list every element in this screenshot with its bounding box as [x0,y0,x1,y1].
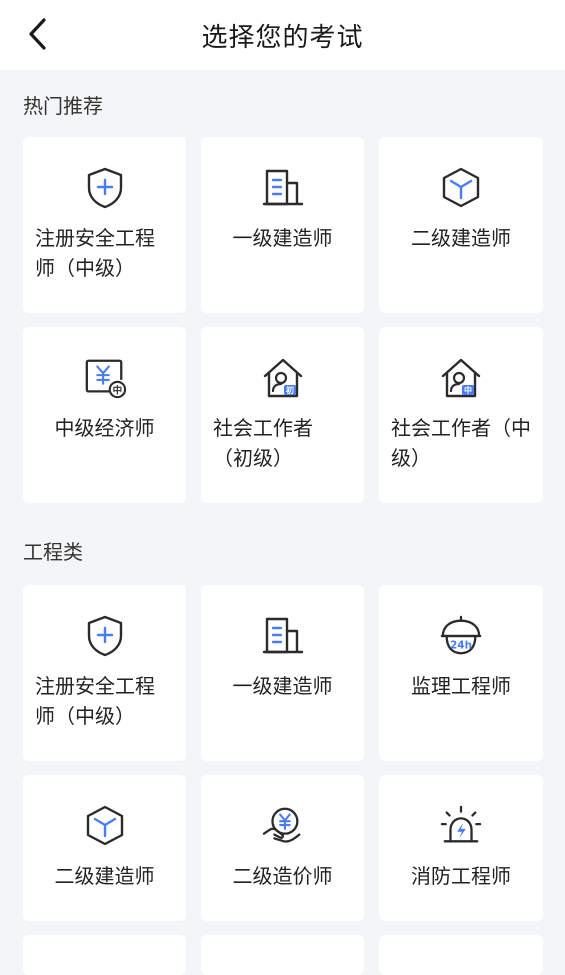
exam-card-partial[interactable] [23,935,186,975]
exam-label: 二级建造师 [411,226,511,250]
header-bar: 选择您的考试 [0,0,565,70]
building-icon [261,613,305,659]
exam-label: 一级建造师 [232,226,333,250]
exam-card[interactable]: 二级建造师 [379,137,543,313]
back-button[interactable] [18,14,58,54]
exam-label: 注册安全工程师（中级） [35,226,155,280]
exam-card[interactable]: 注册安全工程师（中级） [23,137,186,313]
exam-label: 消防工程师 [411,864,511,888]
exam-label: 社会工作者（初级） [213,416,313,470]
icon-badge-text: 中 [464,385,472,395]
exam-grid-hot: 注册安全工程师（中级） 一级建造师 二级建造师 中 中级经济师 初 社会工作者（… [0,137,565,503]
exam-label: 监理工程师 [411,674,511,698]
icon-badge-text: 24h [450,639,472,651]
hand-coin-icon [261,803,305,849]
shield-plus-icon [83,165,127,211]
exam-label: 社会工作者（中级） [391,416,531,470]
cube-icon [439,165,483,211]
house-person-icon: 初 [261,355,305,401]
exam-label: 二级造价师 [232,864,333,888]
exam-label: 一级建造师 [232,674,333,698]
exam-card[interactable]: 注册安全工程师（中级） [23,585,186,761]
exam-card[interactable]: 24h 监理工程师 [379,585,543,761]
exam-label: 二级建造师 [54,864,155,888]
exam-card-partial[interactable] [379,935,543,975]
exam-label: 中级经济师 [54,416,155,440]
page-title: 选择您的考试 [201,22,364,53]
exam-label: 注册安全工程师（中级） [35,674,155,728]
helmet-24h-icon: 24h [439,613,483,659]
exam-card[interactable]: 二级建造师 [23,775,186,921]
exam-card[interactable]: 一级建造师 [201,137,364,313]
chevron-left-icon [29,18,46,50]
shield-plus-icon [83,613,127,659]
icon-badge-text: 中 [112,384,122,396]
building-icon [261,165,305,211]
exam-card-partial[interactable] [201,935,364,975]
exam-card[interactable]: 一级建造师 [201,585,364,761]
house-person-icon: 中 [439,355,483,401]
alarm-light-icon [439,803,483,849]
exam-card[interactable]: 消防工程师 [379,775,543,921]
section-title-engineering: 工程类 [23,540,83,564]
exam-card[interactable]: 中 社会工作者（中级） [379,327,543,503]
exam-card[interactable]: 初 社会工作者（初级） [201,327,364,503]
exam-card[interactable]: 二级造价师 [201,775,364,921]
exam-grid-engineering: 注册安全工程师（中级） 一级建造师 24h 监理工程师 二级建造师 二级造价师 … [0,585,565,975]
cube-icon [83,803,127,849]
section-title-hot: 热门推荐 [23,94,103,118]
icon-badge-text: 初 [286,385,294,395]
exam-card[interactable]: 中 中级经济师 [23,327,186,503]
yuan-screen-icon: 中 [83,355,127,401]
